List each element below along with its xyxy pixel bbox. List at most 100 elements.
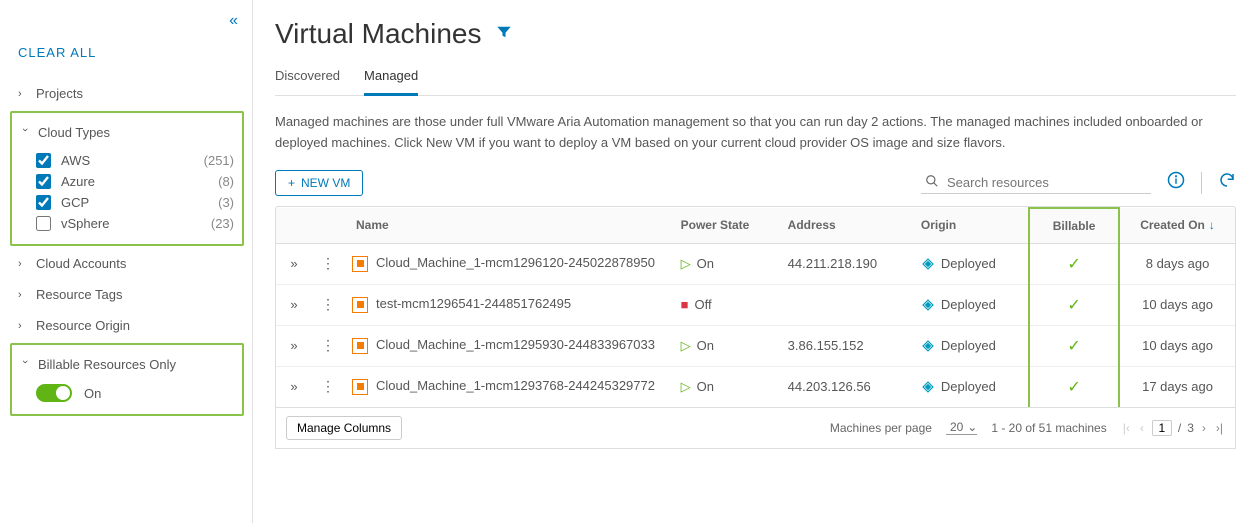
option-label: vSphere xyxy=(61,216,109,231)
option-label: GCP xyxy=(61,195,89,210)
sort-descending-icon: ↓ xyxy=(1209,218,1215,232)
first-page-button[interactable]: |‹ xyxy=(1121,421,1132,435)
deployed-icon xyxy=(921,339,935,353)
filter-billable-only[interactable]: › Billable Resources Only xyxy=(12,351,242,378)
row-menu-button[interactable]: ⋮ xyxy=(312,325,344,366)
manage-columns-button[interactable]: Manage Columns xyxy=(286,416,402,440)
plus-icon: + xyxy=(288,176,295,190)
cell-created-on: 8 days ago xyxy=(1119,243,1235,284)
cell-name: Cloud_Machine_1-mcm1295930-244833967033 xyxy=(344,325,673,366)
cell-origin: Deployed xyxy=(913,284,1029,325)
main-content: Virtual Machines Discovered Managed Mana… xyxy=(253,0,1258,523)
col-expand xyxy=(276,208,312,244)
col-origin[interactable]: Origin xyxy=(913,208,1029,244)
cell-address xyxy=(780,284,913,325)
cell-created-on: 17 days ago xyxy=(1119,366,1235,407)
cell-address: 44.211.218.190 xyxy=(780,243,913,284)
option-label: AWS xyxy=(61,153,90,168)
new-vm-button[interactable]: + NEW VM xyxy=(275,170,363,196)
chevron-down-icon: › xyxy=(19,360,31,370)
range-text: 1 - 20 of 51 machines xyxy=(991,421,1106,435)
expand-row-button[interactable]: » xyxy=(276,284,312,325)
filter-label: Resource Tags xyxy=(36,287,122,302)
deployed-icon xyxy=(921,380,935,394)
option-count: (8) xyxy=(218,174,234,189)
checkbox-azure[interactable] xyxy=(36,174,51,189)
filter-resource-origin[interactable]: › Resource Origin xyxy=(10,312,244,339)
next-page-button[interactable]: › xyxy=(1200,421,1208,435)
deployed-icon xyxy=(921,257,935,271)
checkbox-vsphere[interactable] xyxy=(36,216,51,231)
expand-row-button[interactable]: » xyxy=(276,243,312,284)
cell-power-state: On xyxy=(673,243,780,284)
divider xyxy=(1201,172,1202,194)
col-name[interactable]: Name xyxy=(312,208,673,244)
table-row: »⋮Cloud_Machine_1-mcm1293768-24424532977… xyxy=(276,366,1235,407)
row-menu-button[interactable]: ⋮ xyxy=(312,284,344,325)
table-row: »⋮ Cloud_Machine_1-mcm1295930-24483396703… xyxy=(276,325,1235,366)
checkmark-icon: ✓ xyxy=(1038,254,1110,274)
machines-table: Name Power State Address Origin Billable… xyxy=(276,207,1235,407)
total-pages: 3 xyxy=(1187,421,1194,435)
filter-cloud-types[interactable]: › Cloud Types xyxy=(12,119,242,146)
checkmark-icon: ✓ xyxy=(1038,295,1110,315)
vm-icon xyxy=(352,338,368,354)
toggle-label: On xyxy=(84,386,101,401)
billable-toggle[interactable] xyxy=(36,384,72,402)
row-menu-button[interactable]: ⋮ xyxy=(312,243,344,284)
cell-address: 3.86.155.152 xyxy=(780,325,913,366)
filter-label: Projects xyxy=(36,86,83,101)
last-page-button[interactable]: ›| xyxy=(1214,421,1225,435)
filter-option-azure[interactable]: Azure (8) xyxy=(30,171,242,192)
machine-name: test-mcm1296541-244851762495 xyxy=(376,296,571,313)
cell-created-on: 10 days ago xyxy=(1119,284,1235,325)
checkbox-gcp[interactable] xyxy=(36,195,51,210)
info-icon[interactable] xyxy=(1167,171,1185,194)
col-address[interactable]: Address xyxy=(780,208,913,244)
cell-origin: Deployed xyxy=(913,243,1029,284)
filter-option-gcp[interactable]: GCP (3) xyxy=(30,192,242,213)
cell-created-on: 10 days ago xyxy=(1119,325,1235,366)
per-page-label: Machines per page xyxy=(830,421,932,435)
expand-row-button[interactable]: » xyxy=(276,325,312,366)
machine-name: Cloud_Machine_1-mcm1295930-244833967033 xyxy=(376,337,655,354)
row-menu-button[interactable]: ⋮ xyxy=(312,366,344,407)
cell-origin: Deployed xyxy=(913,366,1029,407)
per-page-select[interactable]: 20 ⌄ xyxy=(946,420,977,435)
filter-cloud-accounts[interactable]: › Cloud Accounts xyxy=(10,250,244,277)
filter-label: Resource Origin xyxy=(36,318,130,333)
tab-managed[interactable]: Managed xyxy=(364,60,418,96)
page-input[interactable] xyxy=(1152,420,1172,436)
option-label: Azure xyxy=(61,174,95,189)
prev-page-button[interactable]: ‹ xyxy=(1138,421,1146,435)
tab-discovered[interactable]: Discovered xyxy=(275,60,340,95)
cell-name: Cloud_Machine_1-mcm1293768-244245329772 xyxy=(344,366,673,407)
checkbox-aws[interactable] xyxy=(36,153,51,168)
option-count: (251) xyxy=(204,153,234,168)
cell-power-state: On xyxy=(673,325,780,366)
cell-billable: ✓ xyxy=(1029,366,1119,407)
refresh-icon[interactable] xyxy=(1218,171,1236,194)
filter-option-vsphere[interactable]: vSphere (23) xyxy=(30,213,242,234)
deployed-icon xyxy=(921,298,935,312)
chevron-right-icon: › xyxy=(18,258,28,270)
expand-row-button[interactable]: » xyxy=(276,366,312,407)
checkmark-icon: ✓ xyxy=(1038,377,1110,397)
col-billable[interactable]: Billable xyxy=(1029,208,1119,244)
chevron-down-icon: ⌄ xyxy=(967,420,977,434)
search-input[interactable] xyxy=(947,175,1147,190)
filter-resource-tags[interactable]: › Resource Tags xyxy=(10,281,244,308)
filter-icon[interactable] xyxy=(495,23,513,46)
stop-icon xyxy=(681,297,695,312)
filter-option-aws[interactable]: AWS (251) xyxy=(30,150,242,171)
col-power-state[interactable]: Power State xyxy=(673,208,780,244)
filter-sidebar: « CLEAR ALL › Projects › Cloud Types AWS xyxy=(0,0,253,523)
clear-all-button[interactable]: CLEAR ALL xyxy=(18,45,244,60)
cell-billable: ✓ xyxy=(1029,325,1119,366)
filter-label: Cloud Accounts xyxy=(36,256,126,271)
col-created-on[interactable]: Created On↓ xyxy=(1119,208,1235,244)
cell-address: 44.203.126.56 xyxy=(780,366,913,407)
filter-projects[interactable]: › Projects xyxy=(10,80,244,107)
cell-billable: ✓ xyxy=(1029,243,1119,284)
collapse-sidebar-icon[interactable]: « xyxy=(223,10,244,32)
